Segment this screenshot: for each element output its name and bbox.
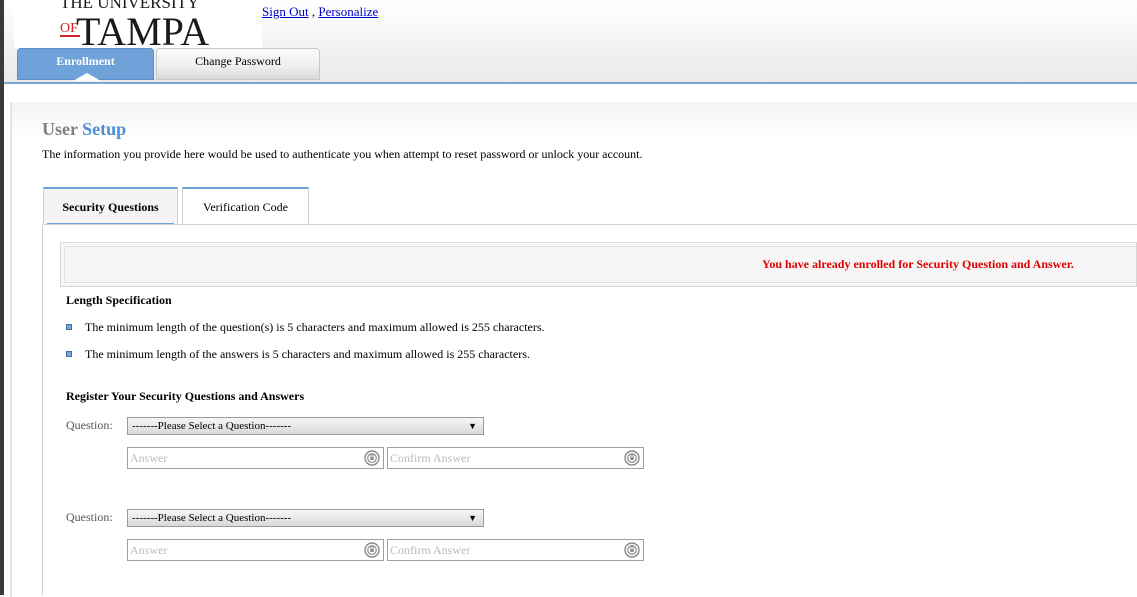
dropdown-caret-icon: ▼ xyxy=(468,421,477,431)
logo-name: TAMPA xyxy=(76,9,209,48)
university-logo: THE UNIVERSITY OF TAMPA xyxy=(14,0,262,48)
question-select-value: -------Please Select a Question------- xyxy=(132,512,292,524)
length-spec-heading: Length Specification xyxy=(66,293,172,307)
page-description: The information you provide here would b… xyxy=(42,147,643,161)
tab-change-password-label: Change Password xyxy=(195,54,281,68)
confirm-answer-input-2[interactable] xyxy=(390,541,615,559)
question-select-value: -------Please Select a Question------- xyxy=(132,420,292,432)
confirm-answer-field-2[interactable] xyxy=(387,539,644,561)
bullet-square-icon xyxy=(66,351,72,357)
show-password-icon[interactable] xyxy=(624,542,640,558)
personalize-link[interactable]: Personalize xyxy=(318,4,378,19)
page-header: THE UNIVERSITY OF TAMPA Sign Out , Perso… xyxy=(4,0,1137,84)
length-spec-item: The minimum length of the question(s) is… xyxy=(85,320,545,334)
question-select-2[interactable]: -------Please Select a Question------- ▼ xyxy=(127,509,484,527)
subtab-verification-code[interactable]: Verification Code xyxy=(182,187,309,225)
tab-enrollment[interactable]: Enrollment xyxy=(17,48,154,81)
active-tab-pointer-icon xyxy=(73,73,101,81)
confirm-answer-input-1[interactable] xyxy=(390,449,615,467)
bullet-square-icon xyxy=(66,324,72,330)
show-password-icon[interactable] xyxy=(624,450,640,466)
page-title-part1: User xyxy=(42,119,78,139)
subtab-security-questions-label: Security Questions xyxy=(62,200,159,214)
length-spec-item: The minimum length of the answers is 5 c… xyxy=(85,347,530,361)
form-left-border xyxy=(42,225,43,595)
header-links: Sign Out , Personalize xyxy=(262,4,378,20)
tab-enrollment-label: Enrollment xyxy=(56,54,115,68)
answer-input-2[interactable] xyxy=(130,541,355,559)
answer-field-1[interactable] xyxy=(127,447,384,469)
show-password-icon[interactable] xyxy=(364,542,380,558)
question-label: Question: xyxy=(66,418,113,432)
title-bar xyxy=(12,102,1137,138)
confirm-answer-field-1[interactable] xyxy=(387,447,644,469)
question-label: Question: xyxy=(66,510,113,524)
register-heading: Register Your Security Questions and Ans… xyxy=(66,389,305,403)
show-password-icon[interactable] xyxy=(364,450,380,466)
enrollment-notice-text: You have already enrolled for Security Q… xyxy=(762,257,1074,271)
tab-change-password[interactable]: Change Password xyxy=(156,48,320,80)
answer-input-1[interactable] xyxy=(130,449,355,467)
dropdown-caret-icon: ▼ xyxy=(468,513,477,523)
page-title: User Setup xyxy=(42,119,126,140)
answer-field-2[interactable] xyxy=(127,539,384,561)
window-left-border xyxy=(0,0,4,595)
subtab-verification-code-label: Verification Code xyxy=(203,200,288,214)
subtab-security-questions[interactable]: Security Questions xyxy=(43,187,178,225)
question-select-1[interactable]: -------Please Select a Question------- ▼ xyxy=(127,417,484,435)
sign-out-link[interactable]: Sign Out xyxy=(262,4,309,19)
link-separator: , xyxy=(311,4,316,19)
subtab-divider xyxy=(43,224,1137,225)
page-title-part2: Setup xyxy=(82,119,127,139)
